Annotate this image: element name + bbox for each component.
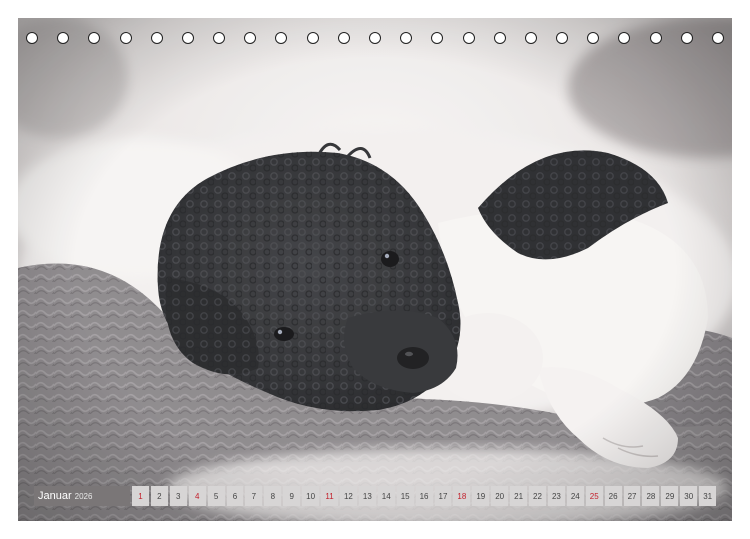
binding-ring — [337, 32, 350, 44]
binding-ring — [275, 32, 288, 44]
day-cell: 1 — [132, 486, 149, 506]
day-number: 24 — [570, 491, 580, 501]
binding-ring — [400, 32, 413, 44]
calendar-page: Januar 2026 1 2 3 4 5 6 7 8 9 10 11 12 13 14 15 16 17 18 1… — [18, 18, 732, 521]
day-cell: 9 — [283, 486, 301, 506]
year-label: 2026 — [74, 491, 93, 501]
binding-ring — [57, 32, 70, 44]
day-number: 6 — [232, 491, 238, 501]
binding-ring — [213, 32, 226, 44]
day-cell: 30 — [680, 486, 698, 506]
day-cell: 4 — [188, 486, 206, 506]
day-number: 17 — [438, 491, 448, 501]
day-cell: 16 — [415, 486, 433, 506]
day-cell: 7 — [245, 486, 263, 506]
binding-ring — [680, 32, 693, 44]
day-number: 16 — [419, 491, 429, 501]
day-number: 23 — [551, 491, 561, 501]
day-cell: 8 — [264, 486, 282, 506]
day-cell: 24 — [566, 486, 584, 506]
day-cell: 6 — [226, 486, 244, 506]
binding-ring — [150, 32, 163, 44]
binding-ring — [493, 32, 506, 44]
binding-rings — [18, 32, 732, 48]
day-cells: 1 2 3 4 5 6 7 8 9 10 11 12 13 14 15 16 17 18 19 20 21 22 23 24 2… — [130, 486, 717, 506]
day-number: 28 — [646, 491, 656, 501]
day-number: 14 — [381, 491, 391, 501]
day-number: 5 — [213, 491, 219, 501]
day-cell: 19 — [472, 486, 490, 506]
day-cell: 12 — [339, 486, 357, 506]
day-number: 15 — [400, 491, 410, 501]
binding-ring — [587, 32, 600, 44]
day-cell: 20 — [491, 486, 509, 506]
binding-ring — [306, 32, 319, 44]
binding-ring — [431, 32, 444, 44]
day-number: 26 — [608, 491, 618, 501]
binding-ring — [524, 32, 537, 44]
day-cell: 27 — [623, 486, 641, 506]
day-cell: 26 — [604, 486, 622, 506]
binding-ring — [369, 32, 381, 44]
month-label: Januar 2026 — [34, 486, 130, 506]
day-number: 13 — [362, 491, 372, 501]
day-cell: 18 — [453, 486, 471, 506]
day-cell: 13 — [358, 486, 376, 506]
day-number: 29 — [665, 491, 675, 501]
day-number: 1 — [138, 491, 143, 501]
day-cell: 14 — [377, 486, 395, 506]
day-number: 19 — [476, 491, 486, 501]
day-cell: 31 — [699, 486, 717, 506]
binding-ring — [556, 32, 569, 44]
binding-ring — [649, 32, 662, 44]
day-cell: 29 — [661, 486, 679, 506]
binding-ring — [88, 32, 101, 44]
day-cell: 15 — [396, 486, 414, 506]
day-number: 20 — [495, 491, 505, 501]
day-cell: 25 — [585, 486, 603, 506]
month-name: Januar — [38, 490, 72, 502]
day-cell: 28 — [642, 486, 660, 506]
day-number: 10 — [306, 491, 316, 501]
day-number: 18 — [457, 491, 467, 501]
day-number: 22 — [533, 491, 542, 501]
binding-ring — [244, 32, 257, 44]
date-strip: Januar 2026 1 2 3 4 5 6 7 8 9 10 11 12 13 14 15 16 17 18 1… — [34, 486, 717, 506]
day-number: 2 — [157, 491, 162, 501]
binding-ring — [181, 32, 194, 44]
binding-ring — [119, 32, 132, 44]
puppy-photo — [18, 18, 732, 521]
day-number: 21 — [514, 491, 524, 501]
binding-ring — [712, 32, 724, 44]
day-number: 7 — [251, 491, 257, 501]
day-number: 12 — [343, 491, 353, 501]
day-number: 9 — [289, 491, 294, 501]
day-cell: 17 — [434, 486, 452, 506]
day-number: 25 — [589, 491, 599, 501]
day-number: 31 — [703, 491, 713, 501]
day-number: 30 — [684, 491, 694, 501]
day-number: 8 — [270, 491, 276, 501]
day-cell: 10 — [302, 486, 320, 506]
binding-ring — [618, 32, 631, 44]
day-number: 27 — [627, 491, 637, 501]
day-number: 3 — [176, 491, 181, 501]
day-cell: 22 — [529, 486, 546, 506]
day-cell: 23 — [547, 486, 565, 506]
day-number: 4 — [194, 491, 200, 501]
binding-ring — [462, 32, 475, 44]
day-cell: 3 — [169, 486, 187, 506]
day-cell: 11 — [321, 486, 338, 506]
day-cell: 2 — [150, 486, 168, 506]
binding-ring — [26, 32, 38, 44]
day-cell: 21 — [510, 486, 528, 506]
day-cell: 5 — [207, 486, 225, 506]
day-number: 11 — [325, 491, 334, 501]
